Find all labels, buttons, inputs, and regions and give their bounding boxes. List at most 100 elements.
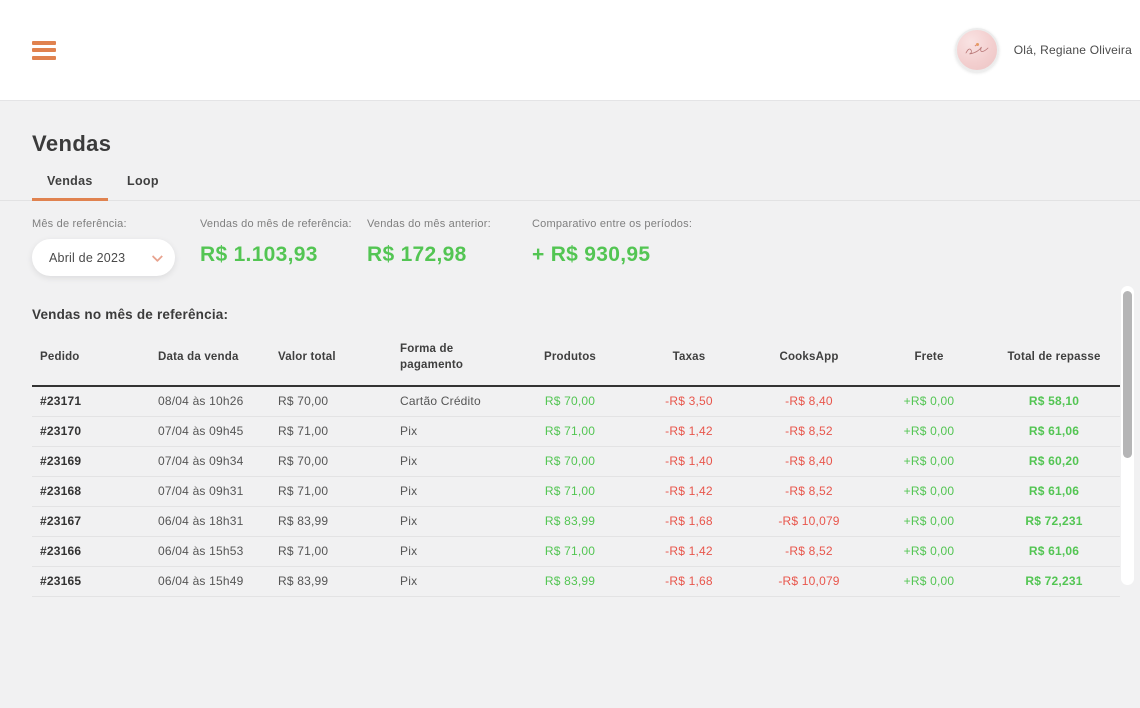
cell-cooksapp: -R$ 10,079	[748, 566, 870, 596]
cell-forma-pagamento: Pix	[392, 506, 510, 536]
tab-vendas[interactable]: Vendas	[32, 170, 108, 201]
cell-total-repasse: R$ 72,231	[988, 566, 1120, 596]
cell-total-repasse: R$ 61,06	[988, 536, 1120, 566]
cell-data-venda: 07/04 às 09h31	[150, 476, 270, 506]
user-greeting: Olá, Regiane Oliveira	[1014, 43, 1132, 57]
cell-pedido: #23168	[32, 476, 150, 506]
cell-cooksapp: -R$ 8,52	[748, 416, 870, 446]
page-title: Vendas	[32, 131, 1140, 157]
cell-frete: +R$ 0,00	[870, 536, 988, 566]
stat-value: R$ 172,98	[367, 243, 532, 267]
stat-value: + R$ 930,95	[532, 243, 692, 267]
cell-cooksapp: -R$ 8,40	[748, 386, 870, 416]
cell-pedido: #23165	[32, 566, 150, 596]
cell-total-repasse: R$ 58,10	[988, 386, 1120, 416]
cell-taxas: -R$ 1,68	[630, 566, 748, 596]
sales-table: Pedido Data da venda Valor total Forma d…	[32, 328, 1120, 597]
cell-frete: +R$ 0,00	[870, 386, 988, 416]
user-menu: Olá, Regiane Oliveira	[955, 28, 1132, 72]
cell-produtos: R$ 83,99	[510, 566, 630, 596]
cell-forma-pagamento: Pix	[392, 566, 510, 596]
cell-data-venda: 06/04 às 15h53	[150, 536, 270, 566]
table-row: #23166 06/04 às 15h53 R$ 71,00 Pix R$ 71…	[32, 536, 1120, 566]
cell-total-repasse: R$ 72,231	[988, 506, 1120, 536]
cell-frete: +R$ 0,00	[870, 416, 988, 446]
cell-produtos: R$ 71,00	[510, 416, 630, 446]
cell-valor-total: R$ 83,99	[270, 566, 392, 596]
col-header-valor: Valor total	[270, 328, 392, 386]
cell-produtos: R$ 71,00	[510, 536, 630, 566]
menu-icon-bar	[32, 56, 56, 60]
col-header-data: Data da venda	[150, 328, 270, 386]
brand-logo-script	[962, 39, 992, 61]
stat-comparison: Comparativo entre os períodos: + R$ 930,…	[532, 218, 692, 267]
cell-cooksapp: -R$ 8,52	[748, 476, 870, 506]
menu-icon-bar	[32, 48, 56, 52]
table-row: #23170 07/04 às 09h45 R$ 71,00 Pix R$ 71…	[32, 416, 1120, 446]
cell-produtos: R$ 70,00	[510, 386, 630, 416]
cell-frete: +R$ 0,00	[870, 476, 988, 506]
cell-taxas: -R$ 1,68	[630, 506, 748, 536]
cell-produtos: R$ 83,99	[510, 506, 630, 536]
scrollbar-track[interactable]	[1121, 286, 1134, 585]
col-header-taxas: Taxas	[630, 328, 748, 386]
stat-label: Comparativo entre os períodos:	[532, 218, 692, 230]
table-section-title: Vendas no mês de referência:	[32, 307, 1140, 322]
cell-produtos: R$ 71,00	[510, 476, 630, 506]
col-header-total: Total de repasse	[988, 328, 1120, 386]
cell-data-venda: 06/04 às 18h31	[150, 506, 270, 536]
cell-frete: +R$ 0,00	[870, 446, 988, 476]
chevron-down-icon	[152, 250, 163, 261]
month-filter: Mês de referência: Abril de 2023	[32, 218, 200, 276]
menu-icon-bar	[32, 41, 56, 45]
topbar: Olá, Regiane Oliveira	[0, 0, 1140, 101]
cell-total-repasse: R$ 60,20	[988, 446, 1120, 476]
table-row: #23167 06/04 às 18h31 R$ 83,99 Pix R$ 83…	[32, 506, 1120, 536]
cell-forma-pagamento: Pix	[392, 476, 510, 506]
table-row: #23168 07/04 às 09h31 R$ 71,00 Pix R$ 71…	[32, 476, 1120, 506]
brand-logo-avatar[interactable]	[955, 28, 999, 72]
cell-forma-pagamento: Cartão Crédito	[392, 386, 510, 416]
cell-total-repasse: R$ 61,06	[988, 476, 1120, 506]
cell-cooksapp: -R$ 10,079	[748, 506, 870, 536]
cell-forma-pagamento: Pix	[392, 416, 510, 446]
cell-pedido: #23167	[32, 506, 150, 536]
menu-icon[interactable]	[32, 41, 56, 60]
month-select[interactable]: Abril de 2023	[32, 239, 175, 276]
cell-pedido: #23166	[32, 536, 150, 566]
cell-total-repasse: R$ 61,06	[988, 416, 1120, 446]
cell-taxas: -R$ 1,42	[630, 536, 748, 566]
cell-valor-total: R$ 70,00	[270, 386, 392, 416]
table-header-row: Pedido Data da venda Valor total Forma d…	[32, 328, 1120, 386]
tab-loop[interactable]: Loop	[112, 170, 174, 201]
cell-valor-total: R$ 83,99	[270, 506, 392, 536]
cell-taxas: -R$ 1,42	[630, 476, 748, 506]
stat-current-month: Vendas do mês de referência: R$ 1.103,93	[200, 218, 367, 267]
cell-data-venda: 07/04 às 09h45	[150, 416, 270, 446]
cell-pedido: #23171	[32, 386, 150, 416]
stat-value: R$ 1.103,93	[200, 243, 367, 267]
cell-pedido: #23170	[32, 416, 150, 446]
cell-taxas: -R$ 3,50	[630, 386, 748, 416]
cell-valor-total: R$ 71,00	[270, 536, 392, 566]
cell-valor-total: R$ 71,00	[270, 476, 392, 506]
cell-frete: +R$ 0,00	[870, 506, 988, 536]
cell-produtos: R$ 70,00	[510, 446, 630, 476]
cell-cooksapp: -R$ 8,52	[748, 536, 870, 566]
cell-data-venda: 07/04 às 09h34	[150, 446, 270, 476]
cell-pedido: #23169	[32, 446, 150, 476]
filters-row: Mês de referência: Abril de 2023 Vendas …	[32, 218, 1140, 276]
cell-taxas: -R$ 1,40	[630, 446, 748, 476]
table-body: #23171 08/04 às 10h26 R$ 70,00 Cartão Cr…	[32, 386, 1120, 596]
table-row: #23171 08/04 às 10h26 R$ 70,00 Cartão Cr…	[32, 386, 1120, 416]
tabs-bar: Vendas Loop	[0, 170, 1140, 201]
cell-frete: +R$ 0,00	[870, 566, 988, 596]
col-header-pedido: Pedido	[32, 328, 150, 386]
stat-previous-month: Vendas do mês anterior: R$ 172,98	[367, 218, 532, 267]
col-header-forma: Forma de pagamento	[392, 328, 510, 386]
cell-forma-pagamento: Pix	[392, 446, 510, 476]
cell-data-venda: 08/04 às 10h26	[150, 386, 270, 416]
table-row: #23165 06/04 às 15h49 R$ 83,99 Pix R$ 83…	[32, 566, 1120, 596]
table-row: #23169 07/04 às 09h34 R$ 70,00 Pix R$ 70…	[32, 446, 1120, 476]
scrollbar-thumb[interactable]	[1123, 291, 1132, 458]
